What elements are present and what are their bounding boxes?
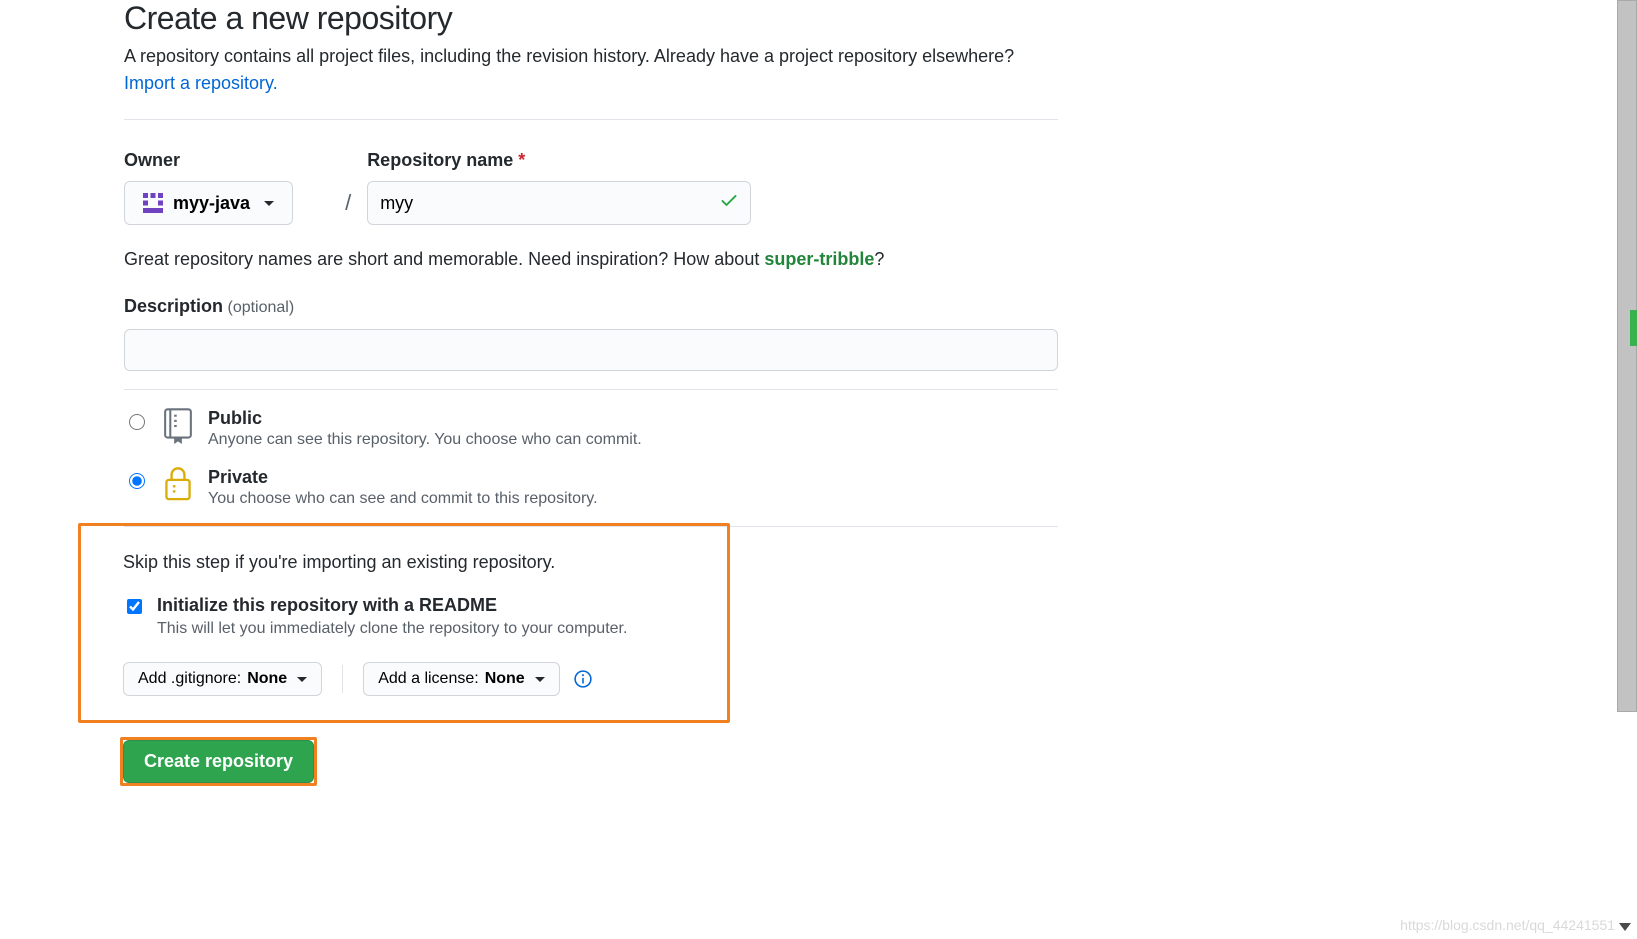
owner-avatar-icon <box>143 193 163 213</box>
caret-down-icon <box>264 201 274 206</box>
description-optional: (optional) <box>227 299 294 316</box>
required-asterisk: * <box>518 150 525 170</box>
initialize-readme-sub: This will let you immediately clone the … <box>157 620 627 638</box>
repo-name-input[interactable] <box>367 181 751 225</box>
visibility-private-radio[interactable] <box>129 473 145 489</box>
owner-repo-separator: / <box>345 160 351 216</box>
visibility-public-title: Public <box>208 408 642 429</box>
add-license-button[interactable]: Add a license: None <box>363 662 560 696</box>
page-title: Create a new repository <box>124 0 1058 37</box>
repo-private-icon <box>162 467 194 503</box>
owner-value: myy-java <box>173 193 250 214</box>
initialize-readme-checkbox[interactable] <box>127 599 142 614</box>
visibility-private-sub: You choose who can see and commit to thi… <box>208 490 598 508</box>
watermark: https://blog.csdn.net/qq_44241551 <box>1400 917 1615 933</box>
page-subtitle: A repository contains all project files,… <box>124 43 1058 97</box>
description-input[interactable] <box>124 329 1058 371</box>
import-repository-link[interactable]: Import a repository. <box>124 73 278 93</box>
visibility-private-row[interactable]: Private You choose who can see and commi… <box>124 467 1058 508</box>
visibility-public-sub: Anyone can see this repository. You choo… <box>208 431 642 449</box>
visibility-public-row[interactable]: Public Anyone can see this repository. Y… <box>124 408 1058 449</box>
initialize-section-highlight: Skip this step if you're importing an ex… <box>78 523 730 723</box>
scrollbar-thumb[interactable] <box>1617 0 1637 712</box>
visibility-public-radio[interactable] <box>129 414 145 430</box>
skip-hint: Skip this step if you're importing an ex… <box>123 552 703 573</box>
scrollbar-marker <box>1630 310 1637 346</box>
caret-down-icon <box>297 677 307 682</box>
owner-select-button[interactable]: myy-java <box>124 181 293 225</box>
owner-label: Owner <box>124 150 293 171</box>
vertical-divider <box>342 665 343 693</box>
visibility-private-title: Private <box>208 467 598 488</box>
create-repository-button[interactable]: Create repository <box>123 740 314 783</box>
divider <box>124 119 1058 120</box>
add-gitignore-button[interactable]: Add .gitignore: None <box>123 662 322 696</box>
scroll-down-arrow-icon[interactable] <box>1619 923 1631 931</box>
caret-down-icon <box>535 677 545 682</box>
repo-public-icon <box>162 408 194 444</box>
initialize-readme-title: Initialize this repository with a README <box>157 595 627 616</box>
divider <box>124 389 1058 390</box>
license-info-icon[interactable] <box>574 670 592 688</box>
check-icon <box>719 190 739 216</box>
name-hint: Great repository names are short and mem… <box>124 249 1058 270</box>
description-label: Description <box>124 296 223 316</box>
submit-highlight: Create repository <box>120 737 317 786</box>
name-suggestion[interactable]: super-tribble <box>764 249 874 269</box>
repo-name-label: Repository name * <box>367 150 751 171</box>
